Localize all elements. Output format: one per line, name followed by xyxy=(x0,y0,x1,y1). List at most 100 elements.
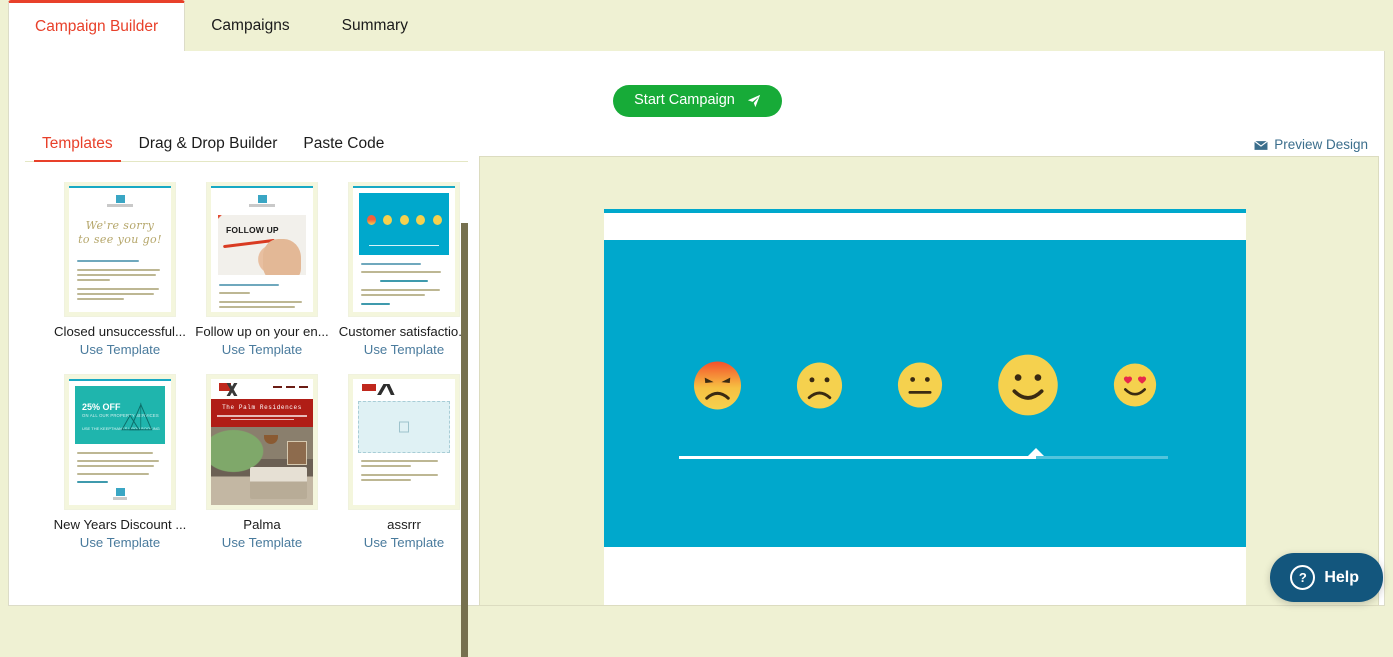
template-title: Closed unsuccessful... xyxy=(54,324,186,339)
use-template-link[interactable]: Use Template xyxy=(80,535,160,550)
top-tab-list: Campaign Builder Campaigns Summary xyxy=(0,0,1393,51)
thumb-header-block: The Palm Residences xyxy=(211,379,313,427)
tab-summary[interactable]: Summary xyxy=(316,0,434,51)
tab-paste-code[interactable]: Paste Code xyxy=(295,135,392,161)
email-footer-band xyxy=(604,547,1246,605)
preview-design-label: Preview Design xyxy=(1274,137,1368,152)
templates-grid: We're sorry to see you go! Closed unsucc… xyxy=(25,182,468,550)
template-title: Follow up on your en... xyxy=(195,324,329,339)
template-thumbnail-palma: The Palm Residences xyxy=(207,375,317,509)
thumb-body-lines xyxy=(69,452,171,483)
use-template-link[interactable]: Use Template xyxy=(364,535,444,550)
template-card[interactable]: FOLLOW UP Follow up on your en... Use Te… xyxy=(191,182,333,357)
thumb-body-lines xyxy=(353,263,455,305)
thumb-line xyxy=(361,289,441,291)
template-card[interactable]: assrrr Use Template xyxy=(333,375,468,550)
thumb-top-rule xyxy=(69,379,171,381)
broken-image-icon xyxy=(399,421,409,433)
tab-paste-code-label: Paste Code xyxy=(303,135,385,152)
thumb-line xyxy=(361,460,439,462)
builder-tab-list: Templates Drag & Drop Builder Paste Code xyxy=(25,128,468,162)
preview-design-link[interactable]: Preview Design xyxy=(1254,137,1368,152)
template-card[interactable]: Customer satisfactio... Use Template xyxy=(333,182,468,357)
thumb-line xyxy=(77,269,160,271)
thumb-headline: 25% OFF xyxy=(82,402,121,412)
tab-campaigns[interactable]: Campaigns xyxy=(185,0,315,51)
template-card[interactable]: The Palm Residences Palma Use Template xyxy=(191,375,333,550)
thumb-top-rule xyxy=(69,186,171,188)
neutral-emoji[interactable] xyxy=(897,362,943,408)
thumb-line xyxy=(77,473,150,475)
thumb-line xyxy=(77,279,110,281)
love-emoji-icon xyxy=(432,215,442,225)
neutral-emoji-icon xyxy=(399,215,409,225)
template-card[interactable]: 25% OFF ON ALL OUR PROPERTY SERVICES USE… xyxy=(49,375,191,550)
thumb-hero-block xyxy=(359,193,449,255)
question-circle-icon: ? xyxy=(1290,565,1316,590)
help-label: Help xyxy=(1324,568,1359,586)
emoji-rating-row xyxy=(604,354,1246,416)
email-header-band xyxy=(604,213,1246,240)
thumb-line xyxy=(77,452,153,454)
rating-slider[interactable] xyxy=(679,448,1168,459)
thumb-nav-item xyxy=(286,386,295,388)
thumb-line xyxy=(361,465,411,467)
thumb-line xyxy=(219,292,250,294)
thumb-headline: FOLLOW UP xyxy=(226,225,279,235)
template-thumbnail-new-years-discount: 25% OFF ON ALL OUR PROPERTY SERVICES USE… xyxy=(65,375,175,509)
use-template-link[interactable]: Use Template xyxy=(222,535,302,550)
thumb-line xyxy=(219,301,302,303)
thumb-line xyxy=(77,274,157,276)
templates-column: Templates Drag & Drop Builder Paste Code xyxy=(25,128,468,605)
thumb-line xyxy=(77,465,155,467)
thumb-hero-image: FOLLOW UP xyxy=(218,215,306,275)
help-button[interactable]: ? Help xyxy=(1270,553,1383,602)
send-icon xyxy=(747,94,761,108)
template-title: Customer satisfactio... xyxy=(338,324,468,339)
sad-emoji[interactable] xyxy=(796,361,843,409)
use-template-link[interactable]: Use Template xyxy=(222,342,302,357)
template-title: New Years Discount ... xyxy=(53,517,187,532)
thumb-line xyxy=(77,298,125,300)
email-canvas[interactable] xyxy=(604,209,1246,605)
use-template-link[interactable]: Use Template xyxy=(364,342,444,357)
thumb-line xyxy=(219,306,295,308)
template-card[interactable]: We're sorry to see you go! Closed unsucc… xyxy=(49,182,191,357)
tab-campaign-builder[interactable]: Campaign Builder xyxy=(8,0,186,51)
template-thumbnail-closed-unsuccessful: We're sorry to see you go! xyxy=(65,182,175,316)
thumb-script-line-2: to see you go! xyxy=(78,233,162,246)
thumb-nav-links xyxy=(273,386,308,388)
happy-emoji[interactable] xyxy=(997,354,1059,416)
tab-drag-drop-builder[interactable]: Drag & Drop Builder xyxy=(131,135,286,161)
thumb-line xyxy=(361,474,439,476)
thumb-top-rule xyxy=(353,186,455,188)
hand-illustration-icon xyxy=(263,239,301,275)
thumb-slider xyxy=(369,245,439,246)
thumb-line xyxy=(361,263,422,265)
rating-slider-marker[interactable] xyxy=(1027,448,1044,456)
templates-scrollbar-thumb[interactable] xyxy=(461,223,468,657)
artwork-icon xyxy=(287,441,307,465)
tab-campaign-builder-label: Campaign Builder xyxy=(35,18,159,35)
rating-slider-track xyxy=(1035,456,1168,459)
template-thumbnail-follow-up: FOLLOW UP xyxy=(207,182,317,316)
thumb-body-lines xyxy=(353,460,455,481)
thumb-body-lines xyxy=(69,260,171,300)
love-emoji[interactable] xyxy=(1113,363,1157,407)
tab-campaigns-label: Campaigns xyxy=(211,16,290,34)
angry-emoji[interactable] xyxy=(693,360,742,410)
thumb-top-rule xyxy=(211,186,313,188)
template-thumbnail-customer-satisfaction xyxy=(349,182,459,316)
thumb-line xyxy=(361,303,391,305)
happy-emoji-icon xyxy=(416,215,425,225)
template-title: Palma xyxy=(243,517,281,532)
tab-templates[interactable]: Templates xyxy=(34,135,121,162)
thumb-line xyxy=(77,288,159,290)
templates-scroll-area[interactable]: We're sorry to see you go! Closed unsucc… xyxy=(25,182,468,606)
brand-logo-icon xyxy=(217,383,247,396)
content-panel: Start Campaign Templates Drag & Drop Bui… xyxy=(8,51,1385,657)
thumb-body-lines xyxy=(211,284,313,308)
thumb-image-placeholder xyxy=(358,401,450,453)
use-template-link[interactable]: Use Template xyxy=(80,342,160,357)
start-campaign-button[interactable]: Start Campaign xyxy=(613,85,782,117)
